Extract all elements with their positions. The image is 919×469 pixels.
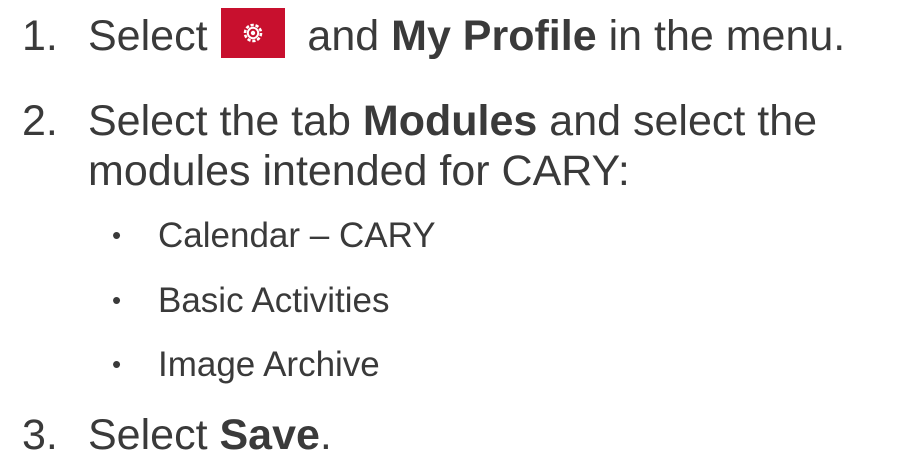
step-text: Select the tab [88, 97, 351, 145]
button-name: Save [219, 411, 320, 459]
module-list-item: • Image Archive [112, 345, 380, 384]
settings-button[interactable] [221, 8, 286, 58]
step-number: 1. [22, 12, 58, 60]
step-text-continued: modules intended for CARY: [88, 147, 630, 195]
step-text: and select the [549, 97, 818, 145]
module-list-item: • Calendar – CARY [112, 216, 436, 255]
instruction-step-2: 2. Select the tab Modules and select the [22, 96, 817, 146]
step-text: and [307, 12, 380, 60]
step-text: in the menu. [608, 12, 846, 60]
instruction-step-3: 3. Select Save. [22, 410, 332, 460]
step-text: . [319, 411, 332, 459]
module-list-item: • Basic Activities [112, 281, 390, 320]
settings-gear-icon [244, 23, 263, 43]
instruction-step-1: 1. Select and My Profile in the menu. [22, 8, 845, 61]
module-name: Calendar – CARY [158, 216, 436, 255]
module-name: Image Archive [158, 345, 380, 384]
step-number: 3. [22, 411, 58, 459]
menu-item-name: My Profile [391, 12, 597, 60]
step-text: Select [88, 411, 208, 459]
step-text: Select [88, 12, 208, 60]
tab-name: Modules [362, 97, 538, 145]
module-name: Basic Activities [158, 281, 390, 320]
step-number: 2. [22, 97, 58, 145]
